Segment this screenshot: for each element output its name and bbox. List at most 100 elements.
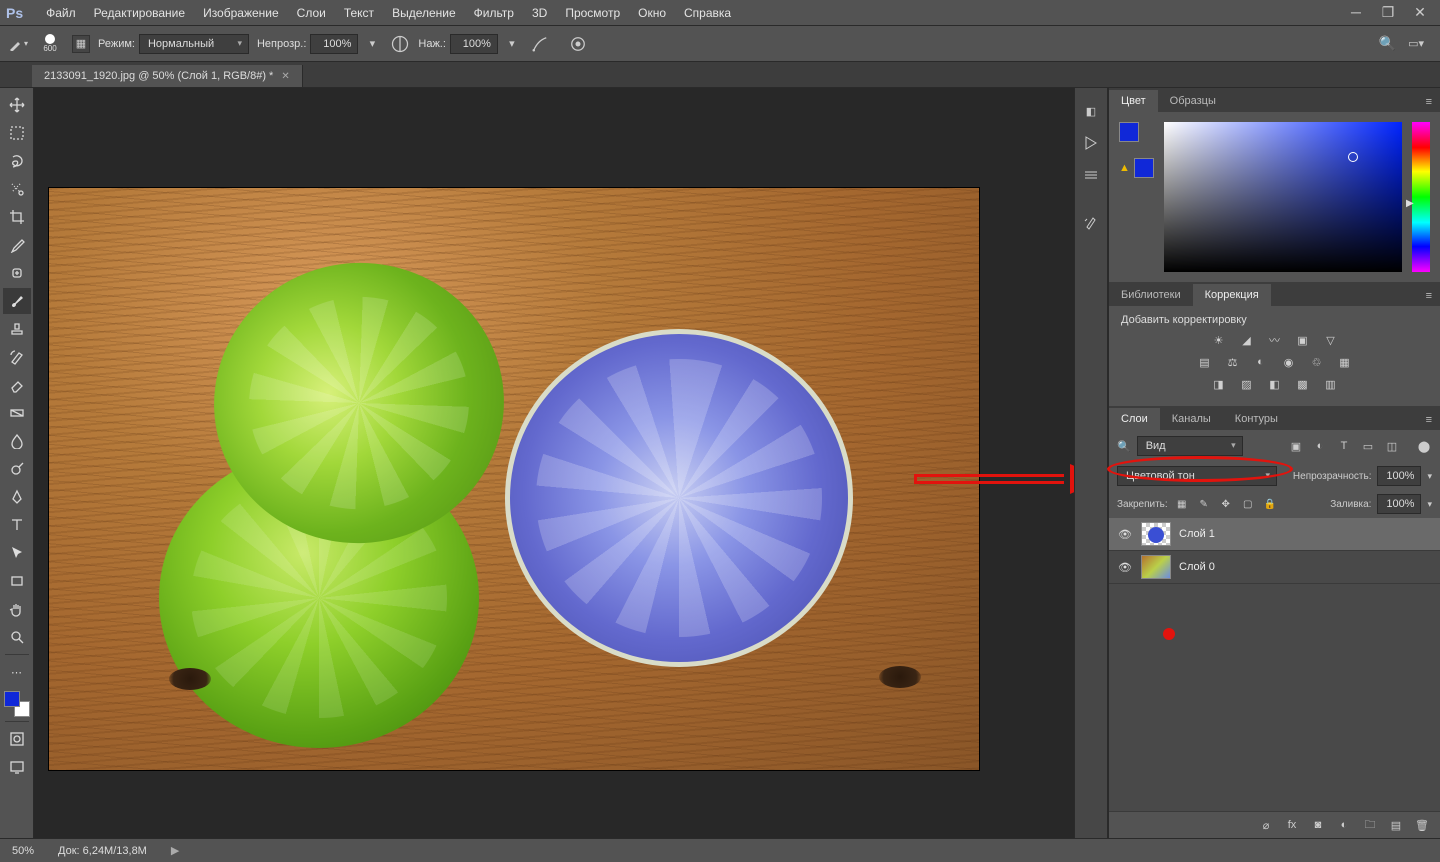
zoom-tool[interactable] xyxy=(3,624,31,650)
layer-name[interactable]: Слой 0 xyxy=(1179,561,1215,573)
adj-colorlookup-icon[interactable]: ▦ xyxy=(1336,354,1354,370)
status-zoom[interactable]: 50% xyxy=(12,845,34,857)
menu-3d[interactable]: 3D xyxy=(523,2,556,24)
healing-tool[interactable] xyxy=(3,260,31,286)
tab-channels[interactable]: Каналы xyxy=(1160,408,1223,430)
lasso-tool[interactable] xyxy=(3,148,31,174)
workspace-switcher-icon[interactable]: ▭▾ xyxy=(1408,37,1424,50)
close-tab-icon[interactable]: ✕ xyxy=(281,71,289,82)
filter-search-icon[interactable]: 🔍 xyxy=(1117,440,1131,453)
path-select-tool[interactable] xyxy=(3,540,31,566)
brush-preview[interactable]: 600 xyxy=(36,30,64,58)
tab-libraries[interactable]: Библиотеки xyxy=(1109,284,1193,306)
properties-panel-icon[interactable] xyxy=(1080,164,1102,186)
adj-vibrance-icon[interactable]: ▽ xyxy=(1322,332,1340,348)
layer-mask-icon[interactable]: ◙ xyxy=(1310,818,1326,832)
adj-selective-icon[interactable]: ▩ xyxy=(1294,376,1312,392)
menu-file[interactable]: Файл xyxy=(37,2,85,24)
layer-name[interactable]: Слой 1 xyxy=(1179,528,1215,540)
rectangle-tool[interactable] xyxy=(3,568,31,594)
flow-input[interactable]: 100% xyxy=(450,34,498,54)
lock-pixels-icon[interactable]: ✎ xyxy=(1196,497,1212,511)
canvas-area[interactable] xyxy=(34,88,1074,838)
lock-position-icon[interactable]: ✥ xyxy=(1218,497,1234,511)
layer-fill-input[interactable]: 100% xyxy=(1377,494,1421,514)
menu-text[interactable]: Текст xyxy=(335,2,383,24)
flow-dropdown-icon[interactable]: ▾ xyxy=(502,34,522,54)
panel-menu-icon[interactable]: ≡ xyxy=(1418,92,1440,112)
menu-edit[interactable]: Редактирование xyxy=(85,2,194,24)
opacity-input[interactable]: 100% xyxy=(310,34,358,54)
tab-swatches[interactable]: Образцы xyxy=(1158,90,1228,112)
delete-layer-icon[interactable]: 🗑 xyxy=(1414,818,1430,832)
blur-tool[interactable] xyxy=(3,428,31,454)
layer-fx-icon[interactable]: fx xyxy=(1284,818,1300,832)
tab-adjustments[interactable]: Коррекция xyxy=(1193,284,1271,306)
canvas[interactable] xyxy=(49,188,979,770)
filter-smart-icon[interactable]: ◫ xyxy=(1384,439,1400,453)
type-tool[interactable] xyxy=(3,512,31,538)
brush-panel-toggle-icon[interactable]: ▦ xyxy=(72,35,90,53)
adjustment-layer-icon[interactable]: ◐ xyxy=(1336,818,1352,832)
window-minimize-icon[interactable]: ─ xyxy=(1348,4,1364,21)
opacity-dropdown-icon[interactable]: ▾ xyxy=(362,34,382,54)
layer-opacity-dropdown-icon[interactable]: ▾ xyxy=(1427,471,1432,482)
menu-window[interactable]: Окно xyxy=(629,2,675,24)
tab-layers[interactable]: Слои xyxy=(1109,408,1160,430)
panel-menu-icon[interactable]: ≡ xyxy=(1418,286,1440,306)
color-cursor[interactable] xyxy=(1348,152,1358,162)
dodge-tool[interactable] xyxy=(3,456,31,482)
adj-brightness-icon[interactable]: ☀ xyxy=(1210,332,1228,348)
menu-layers[interactable]: Слои xyxy=(288,2,335,24)
filter-type-icon[interactable]: T xyxy=(1336,439,1352,453)
marquee-tool[interactable] xyxy=(3,120,31,146)
layer-group-icon[interactable]: 🗀 xyxy=(1362,818,1378,832)
menu-help[interactable]: Справка xyxy=(675,2,740,24)
document-tab[interactable]: 2133091_1920.jpg @ 50% (Слой 1, RGB/8#) … xyxy=(32,65,303,87)
filter-adjust-icon[interactable]: ◐ xyxy=(1312,439,1328,453)
adj-channelmixer-icon[interactable]: ♲ xyxy=(1308,354,1326,370)
menu-view[interactable]: Просмотр xyxy=(556,2,629,24)
screenmode-tool[interactable] xyxy=(3,754,31,780)
adj-threshold-icon[interactable]: ◧ xyxy=(1266,376,1284,392)
layer-row[interactable]: 👁 Слой 1 xyxy=(1109,518,1440,551)
pressure-size-icon[interactable] xyxy=(568,34,588,54)
quick-select-tool[interactable] xyxy=(3,176,31,202)
adj-colorbalance-icon[interactable]: ⚖ xyxy=(1224,354,1242,370)
layer-filter-kind[interactable]: Вид xyxy=(1137,436,1243,456)
adj-hue-icon[interactable]: ▤ xyxy=(1196,354,1214,370)
adj-exposure-icon[interactable]: ▣ xyxy=(1294,332,1312,348)
hand-tool[interactable] xyxy=(3,596,31,622)
brush-settings-panel-icon[interactable] xyxy=(1080,212,1102,234)
visibility-icon[interactable]: 👁 xyxy=(1117,561,1133,574)
hue-pointer-icon[interactable]: ▶ xyxy=(1406,198,1414,209)
filter-shape-icon[interactable]: ▭ xyxy=(1360,439,1376,453)
filter-toggle-icon[interactable]: ⬤ xyxy=(1416,439,1432,453)
crop-tool[interactable] xyxy=(3,204,31,230)
visibility-icon[interactable]: 👁 xyxy=(1117,528,1133,541)
tab-paths[interactable]: Контуры xyxy=(1223,408,1290,430)
adj-posterize-icon[interactable]: ▨ xyxy=(1238,376,1256,392)
stamp-tool[interactable] xyxy=(3,316,31,342)
menu-image[interactable]: Изображение xyxy=(194,2,288,24)
lock-artboard-icon[interactable]: ▢ xyxy=(1240,497,1256,511)
pen-tool[interactable] xyxy=(3,484,31,510)
airbrush-icon[interactable] xyxy=(530,34,550,54)
link-layers-icon[interactable]: ⌀ xyxy=(1258,818,1274,832)
blend-mode-select[interactable]: Нормальный xyxy=(139,34,249,54)
lock-transparency-icon[interactable]: ▦ xyxy=(1174,497,1190,511)
new-layer-icon[interactable]: ▤ xyxy=(1388,818,1404,832)
brush-tool[interactable] xyxy=(3,288,31,314)
color-bg-swatch[interactable] xyxy=(1134,158,1154,178)
adj-bw-icon[interactable]: ◐ xyxy=(1252,354,1270,370)
panel-menu-icon[interactable]: ≡ xyxy=(1418,410,1440,430)
history-panel-icon[interactable]: ◧ xyxy=(1080,100,1102,122)
actions-panel-icon[interactable] xyxy=(1080,132,1102,154)
layer-fill-dropdown-icon[interactable]: ▾ xyxy=(1427,499,1432,510)
layer-thumbnail[interactable] xyxy=(1141,555,1171,579)
lock-all-icon[interactable]: 🔒 xyxy=(1262,497,1278,511)
color-fg-swatch[interactable] xyxy=(1119,122,1139,142)
quickmask-tool[interactable] xyxy=(3,726,31,752)
pressure-opacity-icon[interactable] xyxy=(390,34,410,54)
adj-levels-icon[interactable]: ◢ xyxy=(1238,332,1256,348)
